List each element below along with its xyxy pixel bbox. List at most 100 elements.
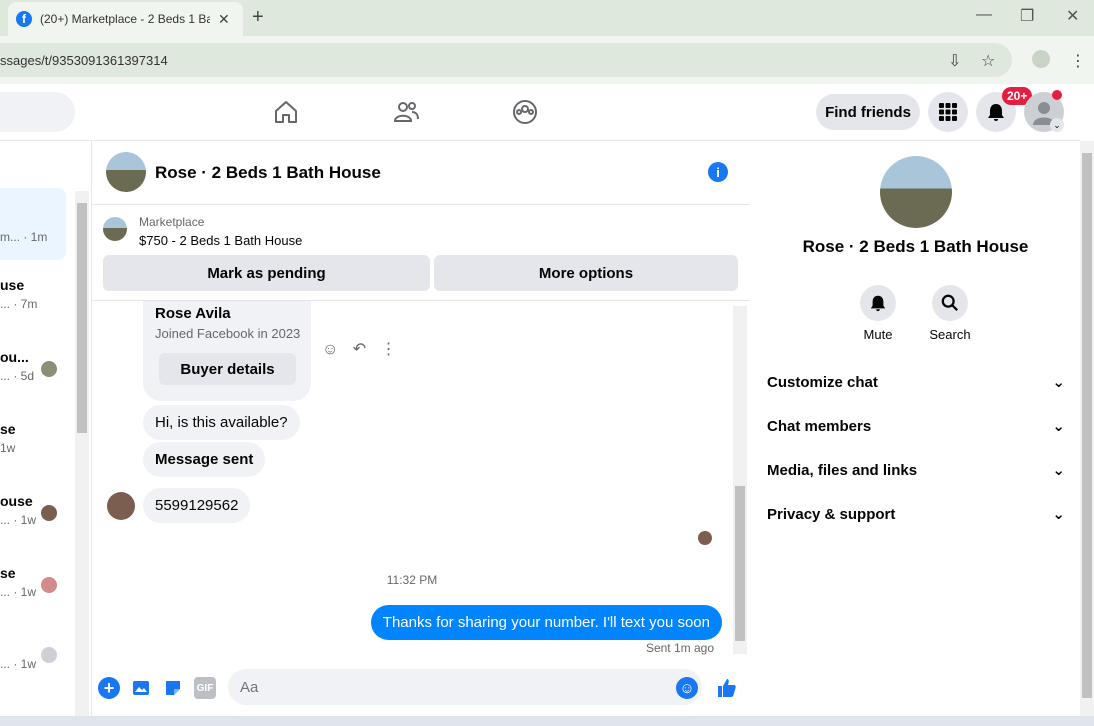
photo-icon[interactable] <box>130 677 152 699</box>
marketplace-label: Marketplace <box>139 215 205 229</box>
read-receipt-avatar <box>698 531 712 545</box>
conversation-name: ouse <box>0 493 33 509</box>
mute-button[interactable]: Mute <box>848 285 908 342</box>
url-text: ssages/t/9353091361397314 <box>0 52 168 68</box>
outgoing-message[interactable]: Thanks for sharing your number. I'll tex… <box>370 605 722 640</box>
conversation-item[interactable]: se 1w <box>0 421 66 455</box>
page-scrollbar[interactable] <box>1080 141 1094 716</box>
reply-icon[interactable]: ↶ <box>353 341 366 358</box>
buyer-name: Rose Avila <box>155 305 231 322</box>
groups-icon[interactable] <box>511 98 539 126</box>
buyer-profile-card: Rose Avila Joined Facebook in 2023 Buyer… <box>143 301 311 401</box>
conversation-item[interactable]: ... · 1w <box>0 647 66 671</box>
like-thumbs-up-icon[interactable] <box>716 677 738 699</box>
seen-avatar <box>41 361 57 377</box>
chevron-down-icon: ⌄ <box>1052 462 1065 479</box>
install-app-icon[interactable]: ⇩ <box>948 51 961 71</box>
chat-members-section[interactable]: Chat members ⌄ <box>767 414 1065 438</box>
message-thread-scrollbar[interactable] <box>733 306 747 654</box>
details-title: Rose · 2 Beds 1 Bath House <box>802 237 1029 256</box>
search-icon[interactable] <box>932 285 968 321</box>
chat-avatar[interactable] <box>106 152 146 192</box>
address-bar: ssages/t/9353091361397314 ⇩ ☆ ⋮ <box>0 36 1094 84</box>
friends-icon[interactable] <box>392 98 420 126</box>
info-icon[interactable]: i <box>708 162 728 182</box>
url-field[interactable]: ssages/t/9353091361397314 <box>0 43 1012 77</box>
new-tab-icon[interactable]: + <box>252 6 264 29</box>
conversation-name: se <box>0 421 16 437</box>
more-icon[interactable]: ⋮ <box>381 341 397 358</box>
incoming-message[interactable]: 5599129562 <box>143 488 251 523</box>
plus-icon[interactable]: + <box>98 677 120 699</box>
sticker-icon[interactable] <box>162 677 184 699</box>
conversation-item[interactable]: m... · 1m <box>0 226 66 244</box>
section-label: Media, files and links <box>767 461 918 479</box>
conversation-list-scrollbar[interactable] <box>75 191 89 716</box>
conversation-item[interactable]: use ... · 7m <box>0 277 66 311</box>
menu-grid-icon[interactable] <box>928 92 968 132</box>
conversation-item[interactable]: se ... · 1w <box>0 565 66 599</box>
minimize-icon[interactable]: — <box>976 6 992 24</box>
listing-title[interactable]: $750 - 2 Beds 1 Bath House <box>139 233 302 248</box>
chevron-down-icon: ⌄ <box>1052 418 1065 435</box>
mark-as-pending-button[interactable]: Mark as pending <box>103 255 430 291</box>
incoming-message[interactable]: Hi, is this available? <box>143 405 300 440</box>
message-input[interactable] <box>228 669 702 705</box>
emoji-icon[interactable]: ☺ <box>676 677 698 699</box>
seen-avatar <box>41 577 57 593</box>
section-label: Chat members <box>767 417 872 435</box>
chat-title[interactable]: Rose · 2 Beds 1 Bath House <box>155 163 381 183</box>
extension-icon[interactable] <box>1032 50 1050 68</box>
scrollbar-thumb[interactable] <box>735 486 745 641</box>
sender-avatar[interactable] <box>107 492 135 520</box>
chevron-down-icon: ⌄ <box>1052 374 1065 391</box>
gif-icon[interactable]: GIF <box>194 677 216 699</box>
conversation-details-panel: Rose · 2 Beds 1 Bath House Mute Search C… <box>751 141 1080 716</box>
account-chevron-icon[interactable]: ⌄ <box>1050 118 1064 132</box>
chevron-down-icon: ⌄ <box>1052 506 1065 523</box>
seen-avatar <box>41 505 57 521</box>
buyer-joined: Joined Facebook in 2023 <box>155 326 301 341</box>
tab-close-icon[interactable]: ✕ <box>218 11 230 28</box>
browser-menu-icon[interactable]: ⋮ <box>1070 51 1086 71</box>
details-avatar[interactable] <box>880 156 952 228</box>
account-alert-dot <box>1052 90 1062 100</box>
os-taskbar <box>0 716 1094 726</box>
buyer-details-button[interactable]: Buyer details <box>159 353 296 385</box>
more-options-button[interactable]: More options <box>434 255 738 291</box>
marketplace-bar: Marketplace $750 - 2 Beds 1 Bath House M… <box>92 205 750 301</box>
conversation-preview: m... · 1m <box>0 230 48 244</box>
incoming-message[interactable]: Message sent <box>143 442 266 477</box>
facebook-favicon-icon: f <box>16 11 32 27</box>
bell-icon[interactable] <box>860 285 896 321</box>
conversation-preview: 1w <box>0 441 16 455</box>
selected-conversation-highlight[interactable] <box>0 188 66 260</box>
find-friends-button[interactable]: Find friends <box>816 94 920 130</box>
facebook-search-input[interactable] <box>0 92 75 132</box>
conversation-name: ou... <box>0 349 29 365</box>
message-thread: Rose Avila Joined Facebook in 2023 Buyer… <box>92 301 750 659</box>
message-actions: ☺ ↶ ⋮ <box>322 339 397 359</box>
scrollbar-thumb[interactable] <box>1082 153 1092 698</box>
message-composer: + GIF ☺ <box>92 659 750 716</box>
browser-tab-strip: f (20+) Marketplace - 2 Beds 1 Ba ✕ + — … <box>0 0 1094 36</box>
customize-chat-section[interactable]: Customize chat ⌄ <box>767 370 1065 394</box>
restore-icon[interactable]: ❐ <box>1020 6 1034 26</box>
conversation-item[interactable]: ouse ... · 1w <box>0 493 66 527</box>
bookmark-star-icon[interactable]: ☆ <box>981 51 995 71</box>
conversation-preview: ... · 1w <box>0 657 37 671</box>
facebook-top-nav: Find friends 20+ ⌄ <box>0 84 1080 141</box>
window-close-icon[interactable]: ✕ <box>1066 6 1079 26</box>
listing-thumbnail[interactable] <box>103 217 127 241</box>
sent-status: Sent 1m ago <box>645 641 714 655</box>
media-files-links-section[interactable]: Media, files and links ⌄ <box>767 458 1065 482</box>
react-smiley-icon[interactable]: ☺ <box>322 341 338 358</box>
privacy-support-section[interactable]: Privacy & support ⌄ <box>767 502 1065 526</box>
home-icon[interactable] <box>272 98 300 126</box>
section-label: Customize chat <box>767 373 878 391</box>
scrollbar-thumb[interactable] <box>77 203 87 433</box>
browser-tab[interactable]: f (20+) Marketplace - 2 Beds 1 Ba ✕ <box>8 2 243 36</box>
search-button[interactable]: Search <box>920 285 980 342</box>
conversation-item[interactable]: ou... ... · 5d <box>0 349 66 383</box>
conversation-name: se <box>0 565 16 581</box>
